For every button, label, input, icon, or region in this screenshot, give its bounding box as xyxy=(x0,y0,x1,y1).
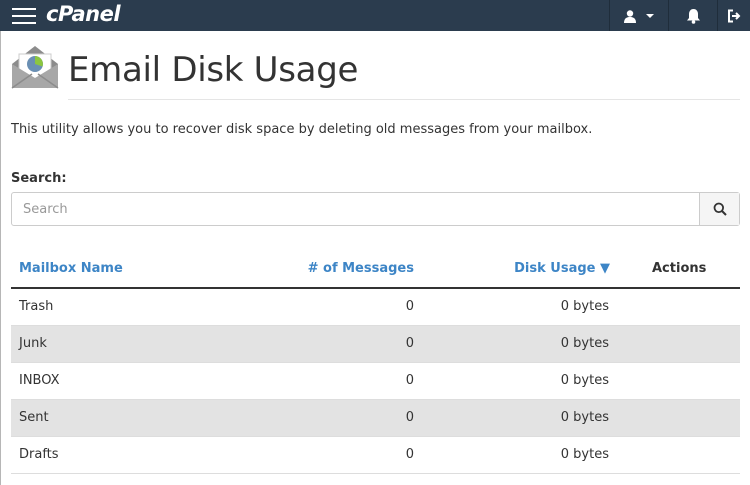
page-border xyxy=(0,31,1,485)
user-icon xyxy=(624,9,636,23)
table-row: Junk 0 0 bytes xyxy=(11,326,740,363)
page-description: This utility allows you to recover disk … xyxy=(11,122,593,137)
mailbox-name-cell: INBOX xyxy=(19,373,60,388)
title-divider xyxy=(68,99,740,100)
envelope-pie-chart-icon xyxy=(10,44,60,96)
table-row: Trash 0 0 bytes xyxy=(11,289,740,326)
messages-cell: 0 xyxy=(405,299,414,314)
caret-down-icon xyxy=(646,13,654,18)
table-header: Mailbox Name # of Messages Disk Usage ▼ … xyxy=(11,250,740,289)
logout-button[interactable] xyxy=(718,0,750,31)
mailbox-name-cell: Sent xyxy=(19,410,49,425)
search-input[interactable] xyxy=(12,193,699,225)
disk-usage-cell: 0 bytes xyxy=(560,299,609,314)
cpanel-logo[interactable]: cPanel xyxy=(46,2,121,26)
logout-icon xyxy=(728,9,741,22)
table-row: Sent 0 0 bytes xyxy=(11,400,740,437)
table-row: Drafts 0 0 bytes xyxy=(11,437,740,474)
page-title: Email Disk Usage xyxy=(68,50,359,90)
table-row: INBOX 0 0 bytes xyxy=(11,363,740,400)
disk-usage-cell: 0 bytes xyxy=(560,447,609,462)
search-box xyxy=(11,192,740,226)
disk-usage-cell: 0 bytes xyxy=(560,336,609,351)
notifications-button[interactable] xyxy=(669,0,717,31)
search-label: Search: xyxy=(11,171,67,186)
search-button[interactable] xyxy=(699,193,739,225)
mailbox-name-cell: Trash xyxy=(19,299,54,314)
messages-cell: 0 xyxy=(405,373,414,388)
column-header-actions: Actions xyxy=(652,261,707,276)
messages-cell: 0 xyxy=(405,447,414,462)
user-menu-button[interactable] xyxy=(610,0,668,31)
disk-usage-cell: 0 bytes xyxy=(560,373,609,388)
menu-icon[interactable] xyxy=(12,8,36,24)
bell-icon xyxy=(686,8,700,24)
mailbox-name-cell: Junk xyxy=(19,336,47,351)
column-header-disk-usage[interactable]: Disk Usage ▼ xyxy=(514,261,610,276)
messages-cell: 0 xyxy=(405,410,414,425)
mailbox-name-cell: Drafts xyxy=(19,447,59,462)
column-header-mailbox-name[interactable]: Mailbox Name xyxy=(19,261,123,276)
column-header-messages[interactable]: # of Messages xyxy=(308,261,414,276)
disk-usage-cell: 0 bytes xyxy=(560,410,609,425)
search-icon xyxy=(713,202,727,216)
top-navbar: cPanel xyxy=(0,0,750,31)
mailbox-table: Mailbox Name # of Messages Disk Usage ▼ … xyxy=(11,250,740,474)
messages-cell: 0 xyxy=(405,336,414,351)
